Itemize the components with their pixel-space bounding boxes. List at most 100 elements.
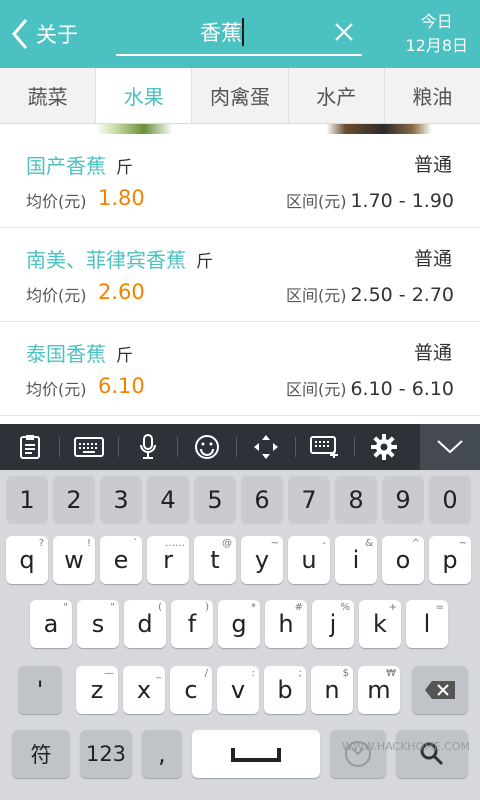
- tab-fruit[interactable]: 水果: [96, 68, 193, 123]
- key-h[interactable]: h #: [265, 600, 307, 648]
- number-key-9[interactable]: 9: [382, 476, 424, 524]
- key-j[interactable]: j%: [312, 600, 354, 648]
- avg-price-value: 6.10: [98, 374, 145, 398]
- number-key-5[interactable]: 5: [194, 476, 236, 524]
- key-q[interactable]: q?: [6, 536, 48, 584]
- key-x[interactable]: x _: [123, 666, 165, 714]
- key-label: u: [301, 546, 317, 574]
- range-value: 1.70 - 1.90: [350, 190, 454, 212]
- key-label: z: [90, 676, 104, 704]
- chevron-left-icon: [12, 19, 28, 49]
- tab-meat-poultry-egg[interactable]: 肉禽蛋: [192, 68, 289, 123]
- range-label: 区间(元): [285, 192, 347, 211]
- key-hint: ?: [38, 538, 44, 549]
- cursor-move-icon[interactable]: [236, 424, 295, 470]
- item-name-row: 泰国香蕉斤: [26, 338, 133, 367]
- backspace-icon: [425, 681, 455, 699]
- list-item[interactable]: 南美、菲律宾香蕉斤 普通 均价(元) 2.60 区间(元) 2.50 - 2.70: [0, 228, 480, 322]
- apostrophe-key[interactable]: ': [18, 666, 62, 714]
- key-k[interactable]: k +: [359, 600, 401, 648]
- key-hint: :: [251, 668, 255, 679]
- keyboard-icon[interactable]: [59, 424, 118, 470]
- search-input[interactable]: [116, 10, 326, 54]
- space-key[interactable]: [192, 730, 320, 778]
- list-item[interactable]: 泰国香蕉斤 普通 均价(元) 6.10 区间(元) 6.10 - 6.10: [0, 322, 480, 416]
- key-e[interactable]: e `: [100, 536, 142, 584]
- number-key-6[interactable]: 6: [241, 476, 283, 524]
- number-row: 1 2 3 4 5 6 7 8 9 0: [0, 476, 480, 536]
- date-display: 今日 12月8日: [405, 10, 468, 58]
- backspace-key[interactable]: [412, 666, 468, 714]
- key-a[interactable]: a ": [30, 600, 72, 648]
- soft-keyboard: 1234567890 q? w! e ` r…… t @ y ~ u - i & o ^ p ~ a " s " d(f…: [0, 470, 480, 800]
- key-p[interactable]: p ~: [429, 536, 471, 584]
- tab-grain-oil[interactable]: 粮油: [385, 68, 480, 123]
- key-d[interactable]: d(: [124, 600, 166, 648]
- key-label: t: [210, 546, 220, 574]
- number-key-1[interactable]: 1: [6, 476, 48, 524]
- key-n[interactable]: n $: [311, 666, 353, 714]
- key-l[interactable]: l =: [406, 600, 448, 648]
- key-r[interactable]: r……: [147, 536, 189, 584]
- key-t[interactable]: t @: [194, 536, 236, 584]
- tab-aquatic[interactable]: 水产: [289, 68, 385, 123]
- key-label: g: [231, 610, 247, 638]
- tab-vegetables[interactable]: 蔬菜: [0, 68, 97, 123]
- chevron-down-icon[interactable]: [420, 424, 480, 470]
- key-v[interactable]: v:: [217, 666, 259, 714]
- number-key-2[interactable]: 2: [53, 476, 95, 524]
- letter-row-3: ' z — x _ c / v: b; n $ m ₩: [0, 666, 480, 726]
- search-box[interactable]: [116, 10, 362, 56]
- key-label: 3: [113, 486, 129, 514]
- number-key-7[interactable]: 7: [288, 476, 330, 524]
- key-label: 0: [442, 486, 458, 514]
- key-hint: ~: [270, 538, 279, 549]
- price-range: 区间(元) 2.50 - 2.70: [286, 282, 454, 306]
- key-label: h: [278, 610, 294, 638]
- key-c[interactable]: c /: [170, 666, 212, 714]
- key-hint: /: [204, 668, 208, 679]
- back-button[interactable]: 关于: [8, 14, 78, 54]
- clipboard-icon[interactable]: [0, 424, 59, 470]
- item-name: 国产香蕉: [26, 154, 106, 178]
- key-label: 6: [254, 486, 270, 514]
- number-key-4[interactable]: 4: [147, 476, 189, 524]
- key-hint: $: [342, 668, 349, 679]
- clear-icon[interactable]: [330, 18, 358, 46]
- key-hint: &: [365, 538, 373, 549]
- key-label: x: [136, 676, 152, 704]
- key-label: b: [277, 676, 293, 704]
- key-hint: ": [63, 602, 68, 613]
- text-caret: [242, 18, 244, 46]
- key-m[interactable]: m ₩: [358, 666, 400, 714]
- number-key-3[interactable]: 3: [100, 476, 142, 524]
- keyboard-switch-icon[interactable]: [295, 424, 354, 470]
- price-range: 区间(元) 1.70 - 1.90: [286, 188, 454, 212]
- gear-icon[interactable]: [354, 424, 413, 470]
- symbol-key[interactable]: 符: [12, 730, 70, 778]
- key-z[interactable]: z —: [76, 666, 118, 714]
- number-mode-key[interactable]: 123: [80, 730, 132, 778]
- microphone-icon[interactable]: [118, 424, 177, 470]
- key-b[interactable]: b;: [264, 666, 306, 714]
- key-s[interactable]: s ": [77, 600, 119, 648]
- date-today: 今日: [420, 12, 453, 31]
- range-label: 区间(元): [285, 286, 347, 305]
- item-grade: 普通: [413, 342, 452, 364]
- emoji-icon[interactable]: [177, 424, 236, 470]
- key-o[interactable]: o ^: [382, 536, 424, 584]
- key-g[interactable]: g *: [218, 600, 260, 648]
- number-key-8[interactable]: 8: [335, 476, 377, 524]
- search-key[interactable]: [396, 730, 468, 778]
- key-i[interactable]: i &: [335, 536, 377, 584]
- key-u[interactable]: u-: [288, 536, 330, 584]
- key-f[interactable]: f): [171, 600, 213, 648]
- number-key-0[interactable]: 0: [429, 476, 471, 524]
- key-hint: ……: [165, 538, 185, 549]
- comma-key[interactable]: ,: [142, 730, 182, 778]
- key-hint: `: [133, 538, 138, 549]
- list-item[interactable]: 国产香蕉斤 普通 均价(元) 1.80 区间(元) 1.70 - 1.90: [0, 134, 480, 228]
- key-y[interactable]: y ~: [241, 536, 283, 584]
- key-w[interactable]: w!: [53, 536, 95, 584]
- period-key[interactable]: [330, 730, 386, 778]
